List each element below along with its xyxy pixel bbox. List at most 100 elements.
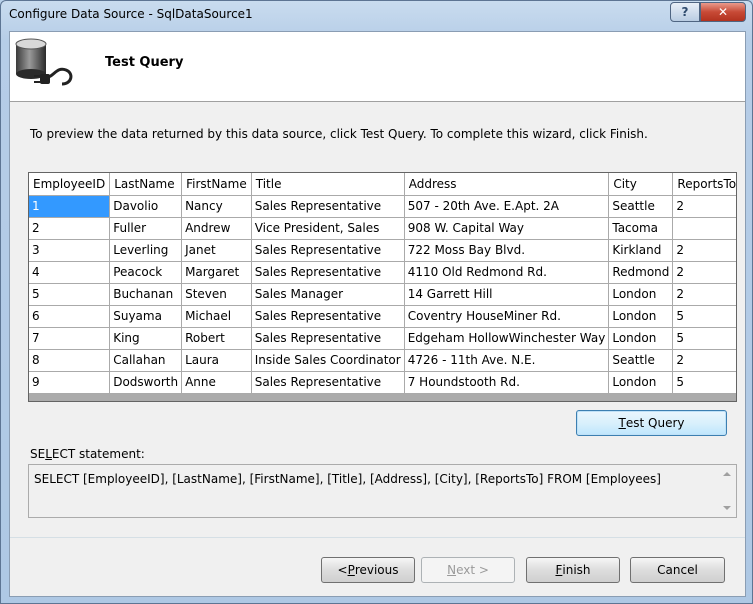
table-cell[interactable]: Suyama: [109, 305, 183, 328]
table-cell[interactable]: 8: [29, 349, 111, 372]
previous-button[interactable]: < Previous: [321, 557, 415, 583]
table-cell[interactable]: Margaret: [181, 261, 252, 284]
table-cell[interactable]: 6: [29, 305, 111, 328]
table-cell[interactable]: 722 Moss Bay Blvd.: [404, 239, 610, 262]
table-cell[interactable]: Andrew: [181, 217, 252, 240]
select-statement-scrollbar[interactable]: [719, 465, 736, 517]
column-header[interactable]: Address: [404, 173, 610, 196]
table-cell[interactable]: 3: [29, 239, 111, 262]
table-cell[interactable]: Sales Representative: [251, 239, 405, 262]
table-cell[interactable]: Sales Representative: [251, 195, 405, 218]
table-cell[interactable]: Nancy: [181, 195, 252, 218]
scroll-up-icon[interactable]: [723, 472, 731, 476]
table-cell[interactable]: 2: [672, 283, 736, 306]
table-cell[interactable]: London: [608, 371, 674, 394]
select-statement-text: SELECT [EmployeeID], [LastName], [FirstN…: [34, 472, 661, 486]
test-query-button[interactable]: Test Query: [576, 410, 727, 436]
table-cell[interactable]: Leverling: [109, 239, 183, 262]
table-cell[interactable]: 2: [672, 261, 736, 284]
table-cell[interactable]: Sales Representative: [251, 261, 405, 284]
table-cell[interactable]: 5: [29, 283, 111, 306]
column-header[interactable]: ReportsTo: [672, 173, 736, 196]
table-row[interactable]: 2 Fuller Andrew Vice President, Sales 908 W.…: [29, 217, 736, 240]
table-cell[interactable]: 2: [29, 217, 111, 240]
table-cell[interactable]: Sales Manager: [251, 283, 405, 306]
cancel-button[interactable]: Cancel: [630, 557, 725, 583]
finish-button[interactable]: Finish: [526, 557, 620, 583]
results-grid[interactable]: EmployeeID LastName FirstName Title Address C…: [28, 172, 737, 402]
table-cell[interactable]: Callahan: [109, 349, 183, 372]
table-cell[interactable]: Seattle: [608, 195, 674, 218]
table-cell[interactable]: Sales Representative: [251, 371, 405, 394]
table-cell[interactable]: Buchanan: [109, 283, 183, 306]
table-cell[interactable]: London: [608, 283, 674, 306]
table-cell[interactable]: Laura: [181, 349, 252, 372]
finish-label: inish: [562, 563, 591, 577]
select-statement-label: SELECT statement:: [30, 447, 145, 461]
next-label-mnemonic: N: [447, 563, 457, 577]
table-cell[interactable]: Robert: [181, 327, 252, 350]
finish-label-mnemonic: F: [555, 563, 563, 577]
table-row[interactable]: 5 Buchanan Steven Sales Manager 14 Garrett H…: [29, 283, 736, 306]
table-cell[interactable]: Michael: [181, 305, 252, 328]
table-cell[interactable]: Sales Representative: [251, 305, 405, 328]
table-cell[interactable]: Inside Sales Coordinator: [251, 349, 405, 372]
table-cell[interactable]: 5: [672, 327, 736, 350]
table-row[interactable]: 7 King Robert Sales Representative Edgeham H…: [29, 327, 736, 350]
table-cell[interactable]: 5: [672, 305, 736, 328]
table-cell[interactable]: [672, 217, 736, 240]
table-cell[interactable]: Fuller: [109, 217, 183, 240]
table-cell[interactable]: London: [608, 305, 674, 328]
table-cell[interactable]: 7 Houndstooth Rd.: [404, 371, 610, 394]
table-row[interactable]: 6 Suyama Michael Sales Representative Covent…: [29, 305, 736, 328]
table-cell[interactable]: 14 Garrett Hill: [404, 283, 610, 306]
table-cell[interactable]: 9: [29, 371, 111, 394]
column-header[interactable]: EmployeeID: [29, 173, 111, 196]
table-cell[interactable]: 4110 Old Redmond Rd.: [404, 261, 610, 284]
table-cell[interactable]: Davolio: [109, 195, 183, 218]
table-row[interactable]: 1 Davolio Nancy Sales Representative 507 - 2…: [29, 195, 736, 218]
instructions-text: To preview the data returned by this dat…: [30, 127, 648, 141]
table-cell[interactable]: Seattle: [608, 349, 674, 372]
close-button[interactable]: ✕: [700, 2, 746, 22]
table-cell[interactable]: Janet: [181, 239, 252, 262]
table-cell[interactable]: 2: [672, 195, 736, 218]
table-cell[interactable]: Edgeham HollowWinchester Way: [404, 327, 610, 350]
table-cell[interactable]: 5: [672, 371, 736, 394]
table-row[interactable]: 9 Dodsworth Anne Sales Representative 7 Houn…: [29, 371, 736, 394]
title-bar[interactable]: Configure Data Source - SqlDataSource1 ?…: [1, 1, 752, 29]
table-cell[interactable]: Anne: [181, 371, 252, 394]
table-cell[interactable]: 7: [29, 327, 111, 350]
column-header[interactable]: City: [608, 173, 674, 196]
table-cell[interactable]: 2: [672, 349, 736, 372]
select-statement-box[interactable]: SELECT [EmployeeID], [LastName], [FirstN…: [28, 464, 737, 518]
scroll-down-icon[interactable]: [723, 506, 731, 510]
table-row[interactable]: 8 Callahan Laura Inside Sales Coordinator 47…: [29, 349, 736, 372]
table-cell[interactable]: London: [608, 327, 674, 350]
table-cell[interactable]: Sales Representative: [251, 327, 405, 350]
table-cell[interactable]: Dodsworth: [109, 371, 183, 394]
table-cell[interactable]: Steven: [181, 283, 252, 306]
help-button[interactable]: ?: [670, 2, 700, 22]
table-cell[interactable]: King: [109, 327, 183, 350]
table-cell[interactable]: 1: [29, 195, 111, 218]
table-cell[interactable]: Redmond: [608, 261, 674, 284]
table-cell[interactable]: 507 - 20th Ave. E.Apt. 2A: [404, 195, 610, 218]
column-header[interactable]: LastName: [109, 173, 183, 196]
help-icon: ?: [681, 5, 689, 19]
test-query-label: est Query: [625, 416, 685, 430]
table-cell[interactable]: 4: [29, 261, 111, 284]
table-cell[interactable]: 4726 - 11th Ave. N.E.: [404, 349, 610, 372]
table-cell[interactable]: Vice President, Sales: [251, 217, 405, 240]
table-cell[interactable]: Peacock: [109, 261, 183, 284]
column-header[interactable]: Title: [251, 173, 405, 196]
next-button[interactable]: Next >: [421, 557, 515, 583]
table-row[interactable]: 4 Peacock Margaret Sales Representative 4110…: [29, 261, 736, 284]
table-row[interactable]: 3 Leverling Janet Sales Representative 722 M…: [29, 239, 736, 262]
table-cell[interactable]: Kirkland: [608, 239, 674, 262]
table-cell[interactable]: 908 W. Capital Way: [404, 217, 610, 240]
column-header[interactable]: FirstName: [181, 173, 252, 196]
table-cell[interactable]: Coventry HouseMiner Rd.: [404, 305, 610, 328]
table-cell[interactable]: 2: [672, 239, 736, 262]
table-cell[interactable]: Tacoma: [608, 217, 674, 240]
